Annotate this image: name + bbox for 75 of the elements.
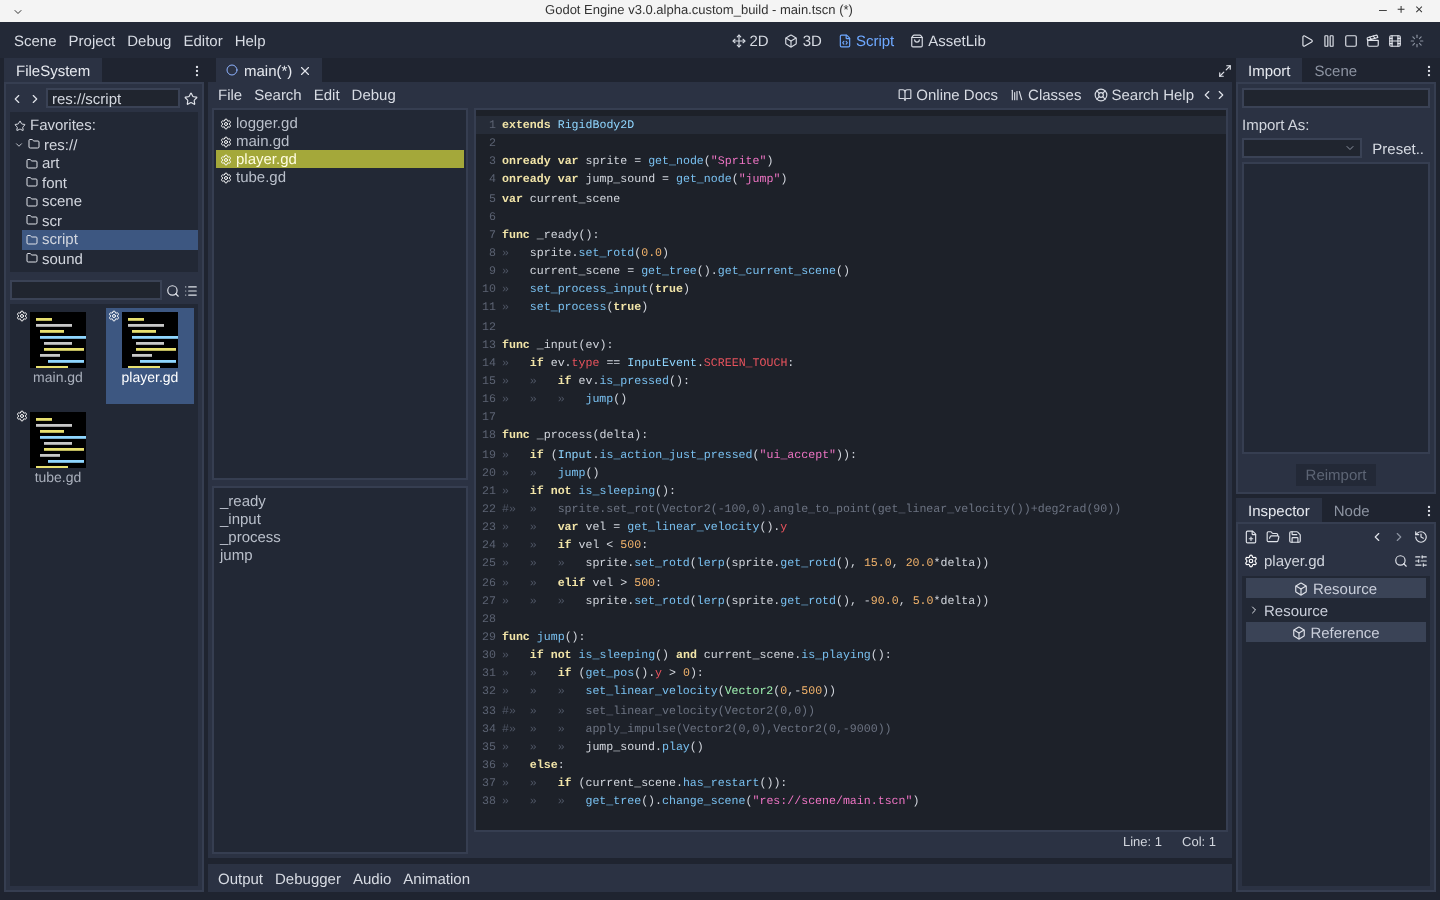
code-editor[interactable] xyxy=(474,108,1228,832)
caret-icon xyxy=(14,139,24,150)
search-field[interactable] xyxy=(10,280,162,300)
stop-button[interactable] xyxy=(1344,33,1358,47)
pause-icon xyxy=(1322,33,1336,47)
forward-button[interactable] xyxy=(1214,87,1228,101)
play-button[interactable] xyxy=(1300,33,1314,47)
back-button[interactable] xyxy=(10,91,24,105)
gear-icon xyxy=(108,310,120,322)
kebab-icon xyxy=(190,63,204,77)
kebab-icon xyxy=(1422,63,1436,77)
save-icon xyxy=(1288,530,1302,544)
folder-icon xyxy=(26,195,38,208)
back-icon xyxy=(10,91,24,105)
close-icon xyxy=(298,63,313,77)
star-icon xyxy=(14,119,26,132)
sliders-icon xyxy=(1414,554,1428,568)
gear-icon xyxy=(220,135,232,147)
gear-icon xyxy=(16,310,28,322)
search-icon xyxy=(1394,554,1408,568)
save-button[interactable] xyxy=(1288,530,1302,544)
gear-icon xyxy=(220,117,232,129)
play-custom-button[interactable] xyxy=(1388,33,1402,47)
back-icon xyxy=(1370,530,1384,544)
chevron-down-icon xyxy=(1344,142,1357,154)
script-preview-icon xyxy=(30,312,86,368)
folder-icon xyxy=(28,138,40,151)
folder-icon xyxy=(26,176,38,189)
import-field[interactable] xyxy=(1242,88,1430,108)
cube-icon xyxy=(1294,581,1309,595)
stop-icon xyxy=(1344,33,1358,47)
folder-icon xyxy=(1266,530,1280,544)
back-icon xyxy=(1200,87,1214,101)
play-icon xyxy=(1300,33,1314,47)
expand-icon xyxy=(1218,63,1232,77)
history-icon xyxy=(1414,530,1428,544)
back-button[interactable] xyxy=(1370,530,1384,544)
new-resource-button[interactable] xyxy=(1244,530,1258,544)
folder-icon xyxy=(26,214,38,227)
gear-icon xyxy=(220,171,232,183)
forward-icon xyxy=(1392,530,1406,544)
folder-icon xyxy=(26,233,38,246)
forward-button[interactable] xyxy=(1392,530,1406,544)
star-icon xyxy=(184,91,198,105)
folder-icon xyxy=(26,252,38,265)
script-preview-icon xyxy=(122,312,178,368)
object-properties-button[interactable] xyxy=(1414,554,1428,568)
forward-icon xyxy=(28,91,42,105)
gear-icon xyxy=(220,153,232,165)
spinner-icon xyxy=(1410,33,1424,47)
search-button[interactable] xyxy=(1394,554,1408,568)
caret-icon xyxy=(1248,604,1260,616)
search-button[interactable] xyxy=(166,283,180,297)
cube-icon xyxy=(1292,625,1307,639)
gear-icon xyxy=(16,410,28,422)
play-scene-button[interactable] xyxy=(1366,33,1380,47)
spinner-button[interactable] xyxy=(1410,33,1424,47)
forward-button[interactable] xyxy=(28,91,42,105)
forward-icon xyxy=(1214,87,1228,101)
kebab-icon xyxy=(1422,503,1436,517)
folder-icon xyxy=(26,157,38,170)
file-plus-icon xyxy=(1244,530,1258,544)
script-preview-icon xyxy=(30,412,86,468)
film-icon xyxy=(1388,33,1402,47)
pause-button[interactable] xyxy=(1322,33,1336,47)
back-button[interactable] xyxy=(1200,87,1214,101)
view-mode-button[interactable] xyxy=(184,283,198,297)
gear-icon xyxy=(1244,554,1258,568)
history-button[interactable] xyxy=(1414,530,1428,544)
clapperboard-icon xyxy=(1366,33,1380,47)
load-button[interactable] xyxy=(1266,530,1280,544)
list-icon xyxy=(184,283,198,297)
favorite-button[interactable] xyxy=(184,91,198,105)
circle-icon xyxy=(226,64,238,76)
search-icon xyxy=(166,283,180,297)
